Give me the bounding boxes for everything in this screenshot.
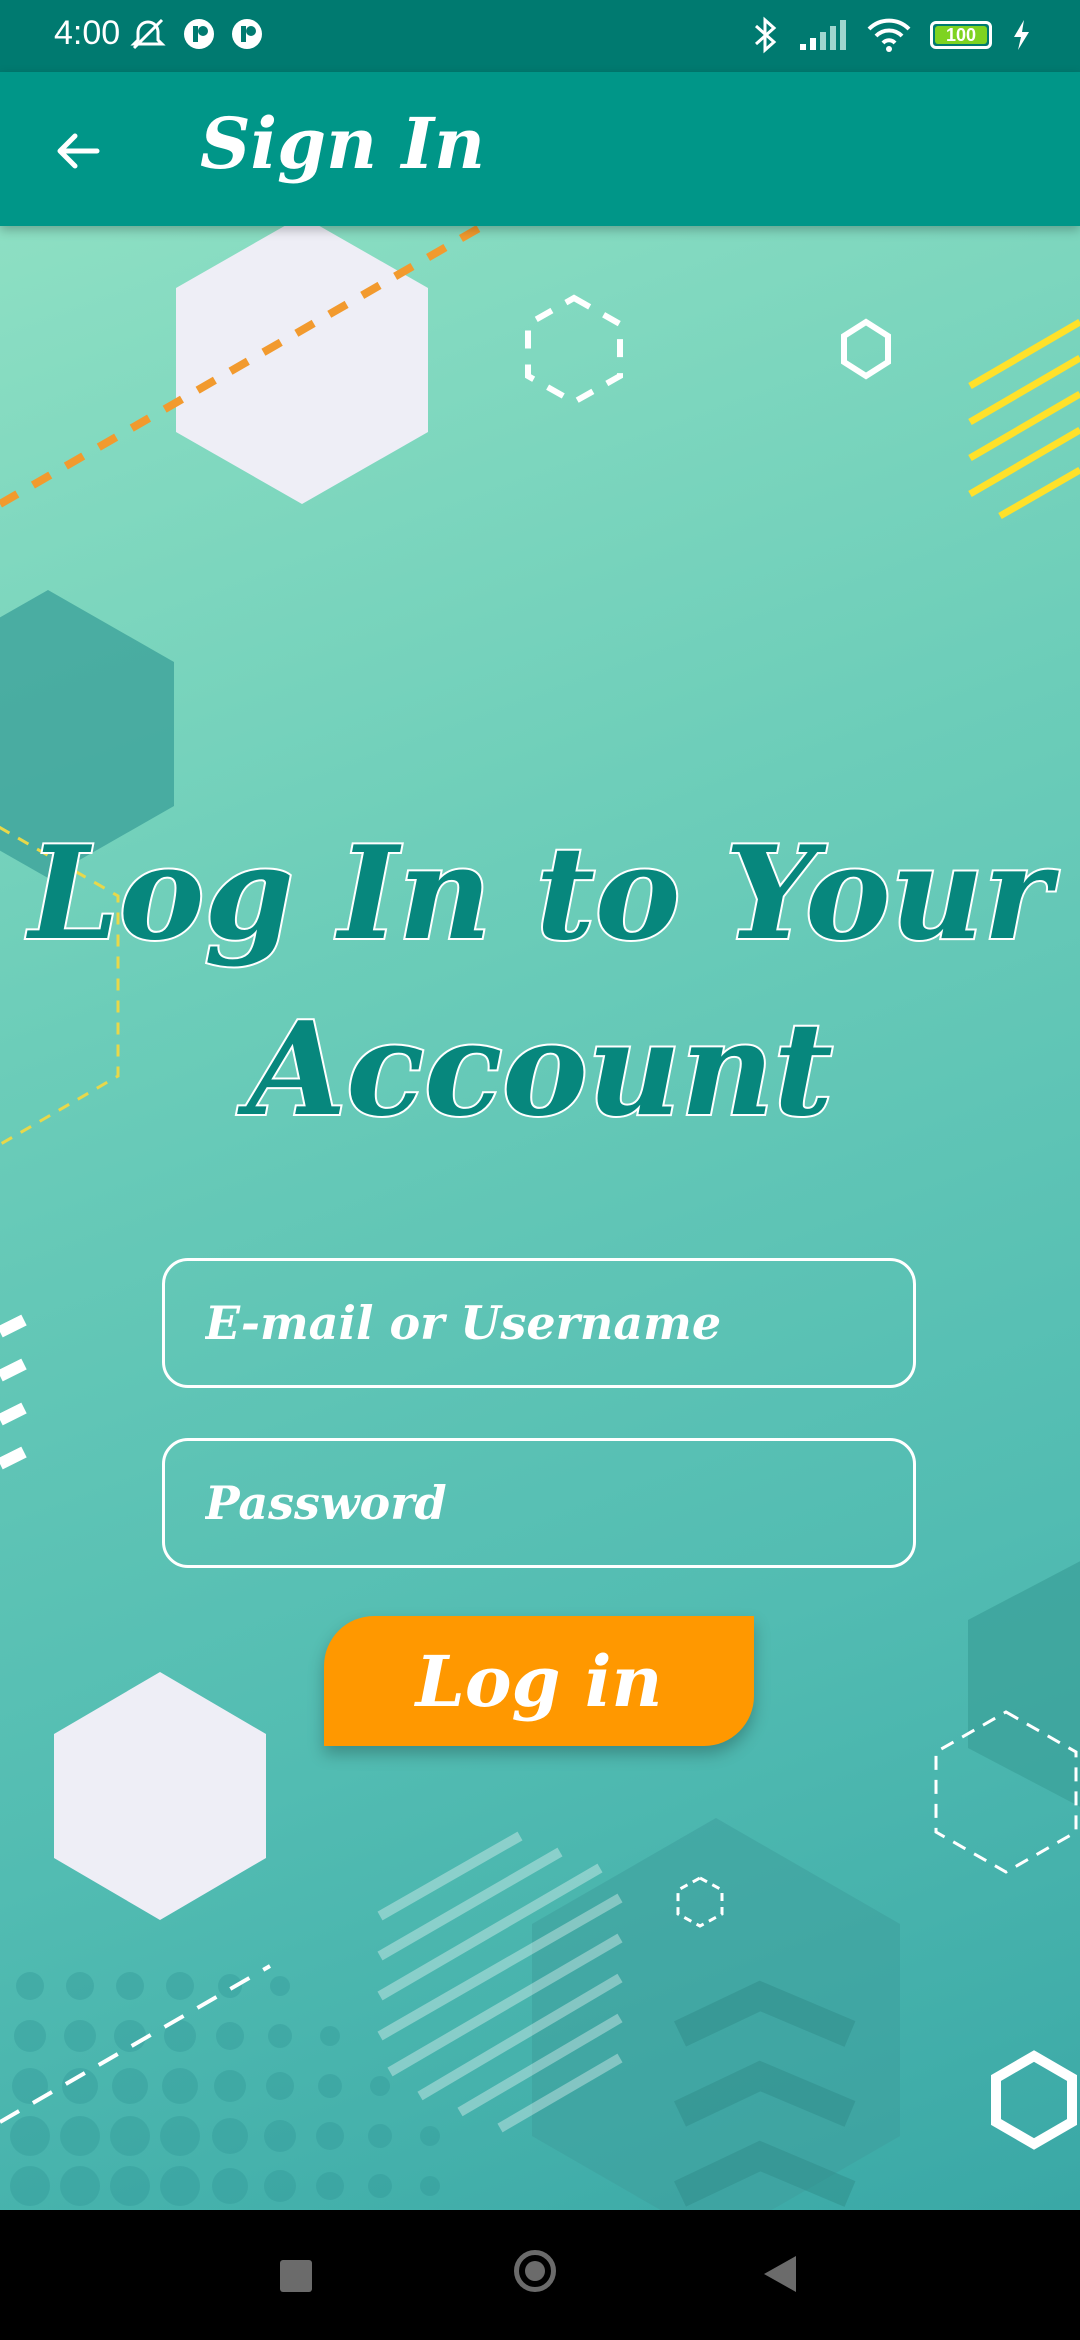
email-field[interactable] [162, 1258, 916, 1388]
login-content: Log In to Your Account Log in [0, 226, 1080, 2210]
charging-icon [1014, 20, 1029, 50]
password-field[interactable] [162, 1438, 916, 1568]
back-icon[interactable] [764, 2256, 796, 2292]
wifi-icon [867, 18, 911, 52]
notification-icon [184, 19, 214, 49]
recent-apps-icon[interactable] [280, 2260, 312, 2292]
arrow-left-icon [57, 133, 100, 169]
battery-level: 100 [945, 25, 977, 45]
email-input[interactable] [165, 1261, 913, 1385]
home-icon[interactable] [514, 2250, 556, 2292]
login-heading: Log In to Your Account [27, 817, 1053, 1147]
page-title: Sign In [200, 102, 485, 185]
battery-icon: 100 [930, 21, 992, 49]
mute-alarm-icon [130, 18, 166, 50]
login-button[interactable]: Log in [324, 1616, 754, 1746]
status-time: 4:00 [54, 14, 121, 52]
decorative-background [0, 226, 1080, 2210]
signal-icon [800, 20, 846, 50]
password-input[interactable] [165, 1441, 913, 1565]
status-icons-right: 100 [750, 16, 1032, 54]
app-bar: Sign In [0, 72, 1080, 226]
navigation-bar [0, 2210, 1080, 2340]
back-button[interactable] [44, 117, 112, 185]
status-bar: 4:00 100 [0, 0, 1080, 72]
notification-icon [232, 19, 262, 49]
status-icons-left [128, 16, 264, 52]
bluetooth-icon [755, 16, 777, 54]
